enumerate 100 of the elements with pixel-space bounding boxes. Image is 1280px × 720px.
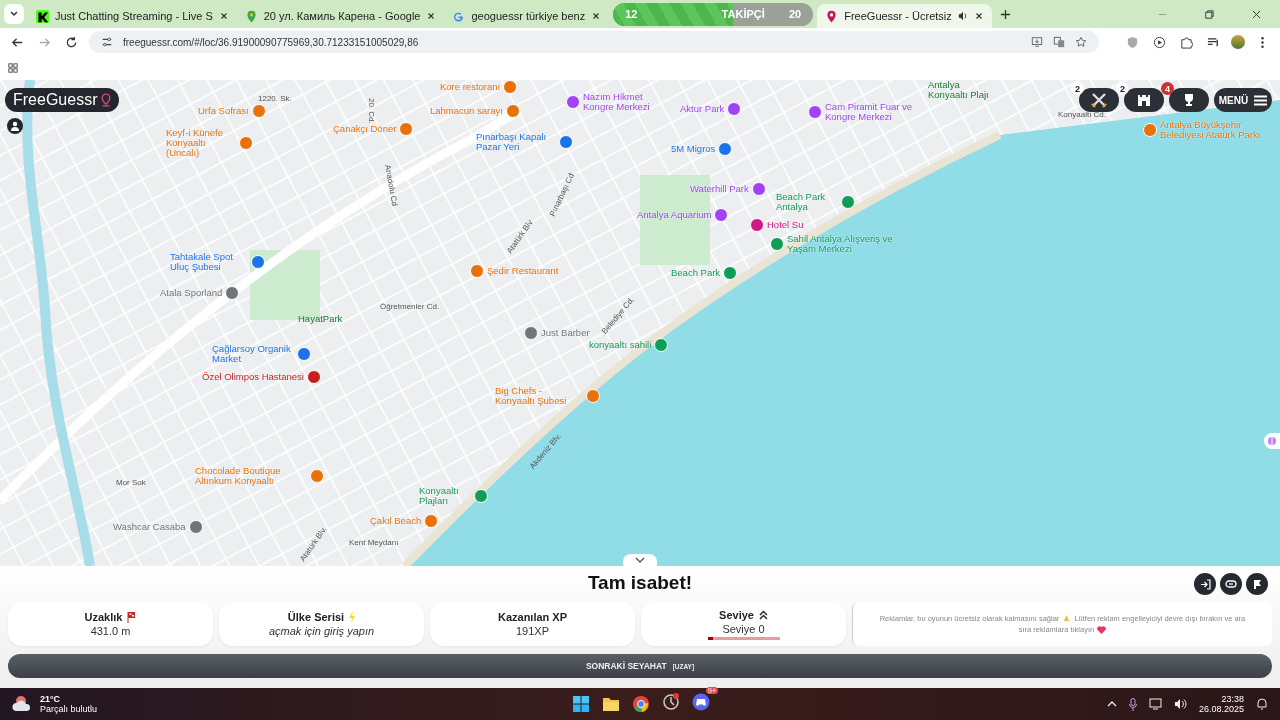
logo-text: FreeGuessr <box>13 91 98 109</box>
install-icon[interactable] <box>1031 36 1043 48</box>
double-chevron-up-icon <box>758 609 768 620</box>
street-label: 20. Cd. <box>367 98 376 124</box>
place-label[interactable]: Aktur Park <box>680 104 725 114</box>
street-label: Mor Sok <box>116 478 146 487</box>
place-label[interactable]: Beach Park Antalya <box>776 192 838 212</box>
place-label[interactable]: Urfa Sofrası <box>198 106 249 116</box>
place-label[interactable]: konyaaltı sahili <box>589 340 652 350</box>
microphone-icon[interactable] <box>1128 697 1137 711</box>
street-label: Anadolu Cd <box>383 164 400 207</box>
browser-tab[interactable]: Just Chatting Streaming - Live S <box>28 4 237 28</box>
header-button[interactable] <box>1079 88 1119 112</box>
folder-icon[interactable] <box>602 696 620 712</box>
temperature-text: 21°C <box>40 694 62 704</box>
star-icon[interactable] <box>1075 36 1087 48</box>
place-label[interactable]: Just Barber <box>541 328 590 338</box>
place-label[interactable]: Hotel Su <box>767 220 804 230</box>
place-label[interactable]: Konyaaltı Plajları <box>419 486 471 506</box>
login-button[interactable] <box>1194 573 1216 595</box>
place-label[interactable]: Beach Park <box>671 268 721 278</box>
place-label[interactable]: Tahtakale Spot Uluç Şubesi <box>170 252 248 272</box>
place-label[interactable]: Waterhill Park <box>690 184 749 194</box>
tab-search-icon[interactable] <box>4 4 24 24</box>
network-icon[interactable] <box>1148 698 1162 710</box>
close-icon[interactable] <box>591 11 602 21</box>
follower-target: 20 <box>788 8 802 20</box>
browser-tab[interactable]: geoguessr türkiye benz <box>444 4 610 28</box>
play-circle-icon[interactable] <box>1153 35 1166 49</box>
menu-icon <box>1254 94 1268 106</box>
close-icon[interactable] <box>218 11 229 21</box>
volume-icon[interactable] <box>1173 698 1187 710</box>
chevron-down-icon <box>635 557 645 563</box>
place-label[interactable]: Washcar Casaba <box>113 522 186 532</box>
stat-value: 431.0 m <box>90 625 131 637</box>
place-label[interactable]: Antalya Aquarium <box>637 210 712 220</box>
restore-icon[interactable] <box>1204 8 1215 20</box>
profile-avatar[interactable] <box>1231 35 1245 49</box>
url-text: freeguessr.com/#/loc/36.91900090775969,30.71233151005029,86 <box>123 36 419 48</box>
place-label[interactable]: Çağlarsoy Organik Market <box>212 344 294 364</box>
close-window-icon[interactable] <box>1251 8 1262 20</box>
place-label[interactable]: Lahmacun sarayı <box>430 106 503 116</box>
place-label[interactable]: Özel Olimpos Hastanesi <box>202 372 304 382</box>
stat-label: Ülke Serisi <box>287 611 345 623</box>
site-settings-icon[interactable] <box>101 36 113 48</box>
map-pin-icon <box>244 9 258 23</box>
media-queue-icon[interactable] <box>1207 35 1220 49</box>
app-circle-icon[interactable] <box>662 693 680 711</box>
checkered-flag-icon <box>127 611 137 623</box>
report-button[interactable] <box>1246 573 1268 595</box>
notifications-icon[interactable] <box>1256 698 1268 710</box>
result-title: Tam isabet! <box>587 572 693 594</box>
speaker-icon[interactable] <box>957 11 968 21</box>
clock-date[interactable]: 26.08.2025 <box>1198 704 1244 714</box>
area-label: Antalya Konyaaltı Plajı <box>928 80 990 100</box>
weather-text: Parçalı bulutlu <box>40 704 98 714</box>
clock-time[interactable]: 23:38 <box>1221 694 1244 704</box>
header-button[interactable] <box>1169 88 1209 112</box>
extension-button[interactable] <box>1264 433 1280 449</box>
chevron-up-icon[interactable] <box>1106 701 1117 707</box>
heart-icon <box>1097 625 1107 634</box>
link-icon <box>1225 580 1237 588</box>
place-label[interactable]: Cam Piramit Fuar ve Kongre Merkezi <box>825 102 925 122</box>
place-label[interactable]: Şedir Restaurant <box>487 266 559 276</box>
reload-icon[interactable] <box>65 35 78 49</box>
browser-tab[interactable]: 20 ул. Камиль Карена - Google <box>236 4 445 28</box>
new-tab-icon[interactable] <box>999 8 1011 20</box>
close-icon[interactable] <box>426 11 437 21</box>
login-icon <box>1199 578 1211 590</box>
place-label[interactable]: Kore restoranı <box>440 82 501 92</box>
map-pin-icon <box>101 93 112 107</box>
share-link-button[interactable] <box>1220 573 1242 595</box>
header-button[interactable] <box>1124 88 1164 112</box>
place-label[interactable]: Nazım Hikmet Kongre Merkezi <box>583 92 675 112</box>
follower-count: 12 <box>625 8 638 20</box>
area-label: HayatPark <box>298 314 343 324</box>
place-label[interactable]: 5M Migros <box>671 144 716 154</box>
browser-tab[interactable]: FreeGuessr - Ücretsiz <box>817 4 992 28</box>
lightning-icon <box>349 611 356 623</box>
menu-button[interactable]: MENÜ <box>1214 88 1272 112</box>
place-label[interactable]: Atala Sporland <box>160 288 223 298</box>
stat-label: Kazanılan XP <box>497 611 568 623</box>
street-label: 1220. Sk. <box>258 94 292 103</box>
place-label[interactable]: Chocolade Boutique Altınkum Konyaaltı <box>195 466 307 486</box>
place-label[interactable]: Çanakçı Döner <box>333 124 397 134</box>
translate-icon[interactable] <box>1053 36 1065 48</box>
flag-icon <box>1251 578 1263 590</box>
place-label[interactable]: Keyf-i Künefe Konyaaltı (Uncalı) <box>166 128 236 158</box>
address-bar[interactable]: freeguessr.com/#/loc/36.91900090775969,30.71233151005029,86 <box>89 31 1099 53</box>
stat-label: Seviye <box>719 608 754 621</box>
street-label: Konyaaltı Cd. <box>1058 110 1107 119</box>
stat-value: açmak için giriş yapın <box>268 625 375 637</box>
apps-grid-icon[interactable] <box>8 63 18 73</box>
start-icon[interactable] <box>572 695 590 713</box>
place-label[interactable]: Big Chefs - Konyaaltı Şubesi <box>495 386 583 406</box>
puzzle-icon[interactable] <box>1180 35 1193 49</box>
close-icon[interactable] <box>973 11 984 21</box>
freeguessr-logo[interactable]: FreeGuessr <box>5 88 120 112</box>
place-label[interactable]: Çakıl Beach <box>370 516 422 526</box>
place-label[interactable]: Pınarbaşı Kapalı Pazar Yeri <box>476 132 556 152</box>
